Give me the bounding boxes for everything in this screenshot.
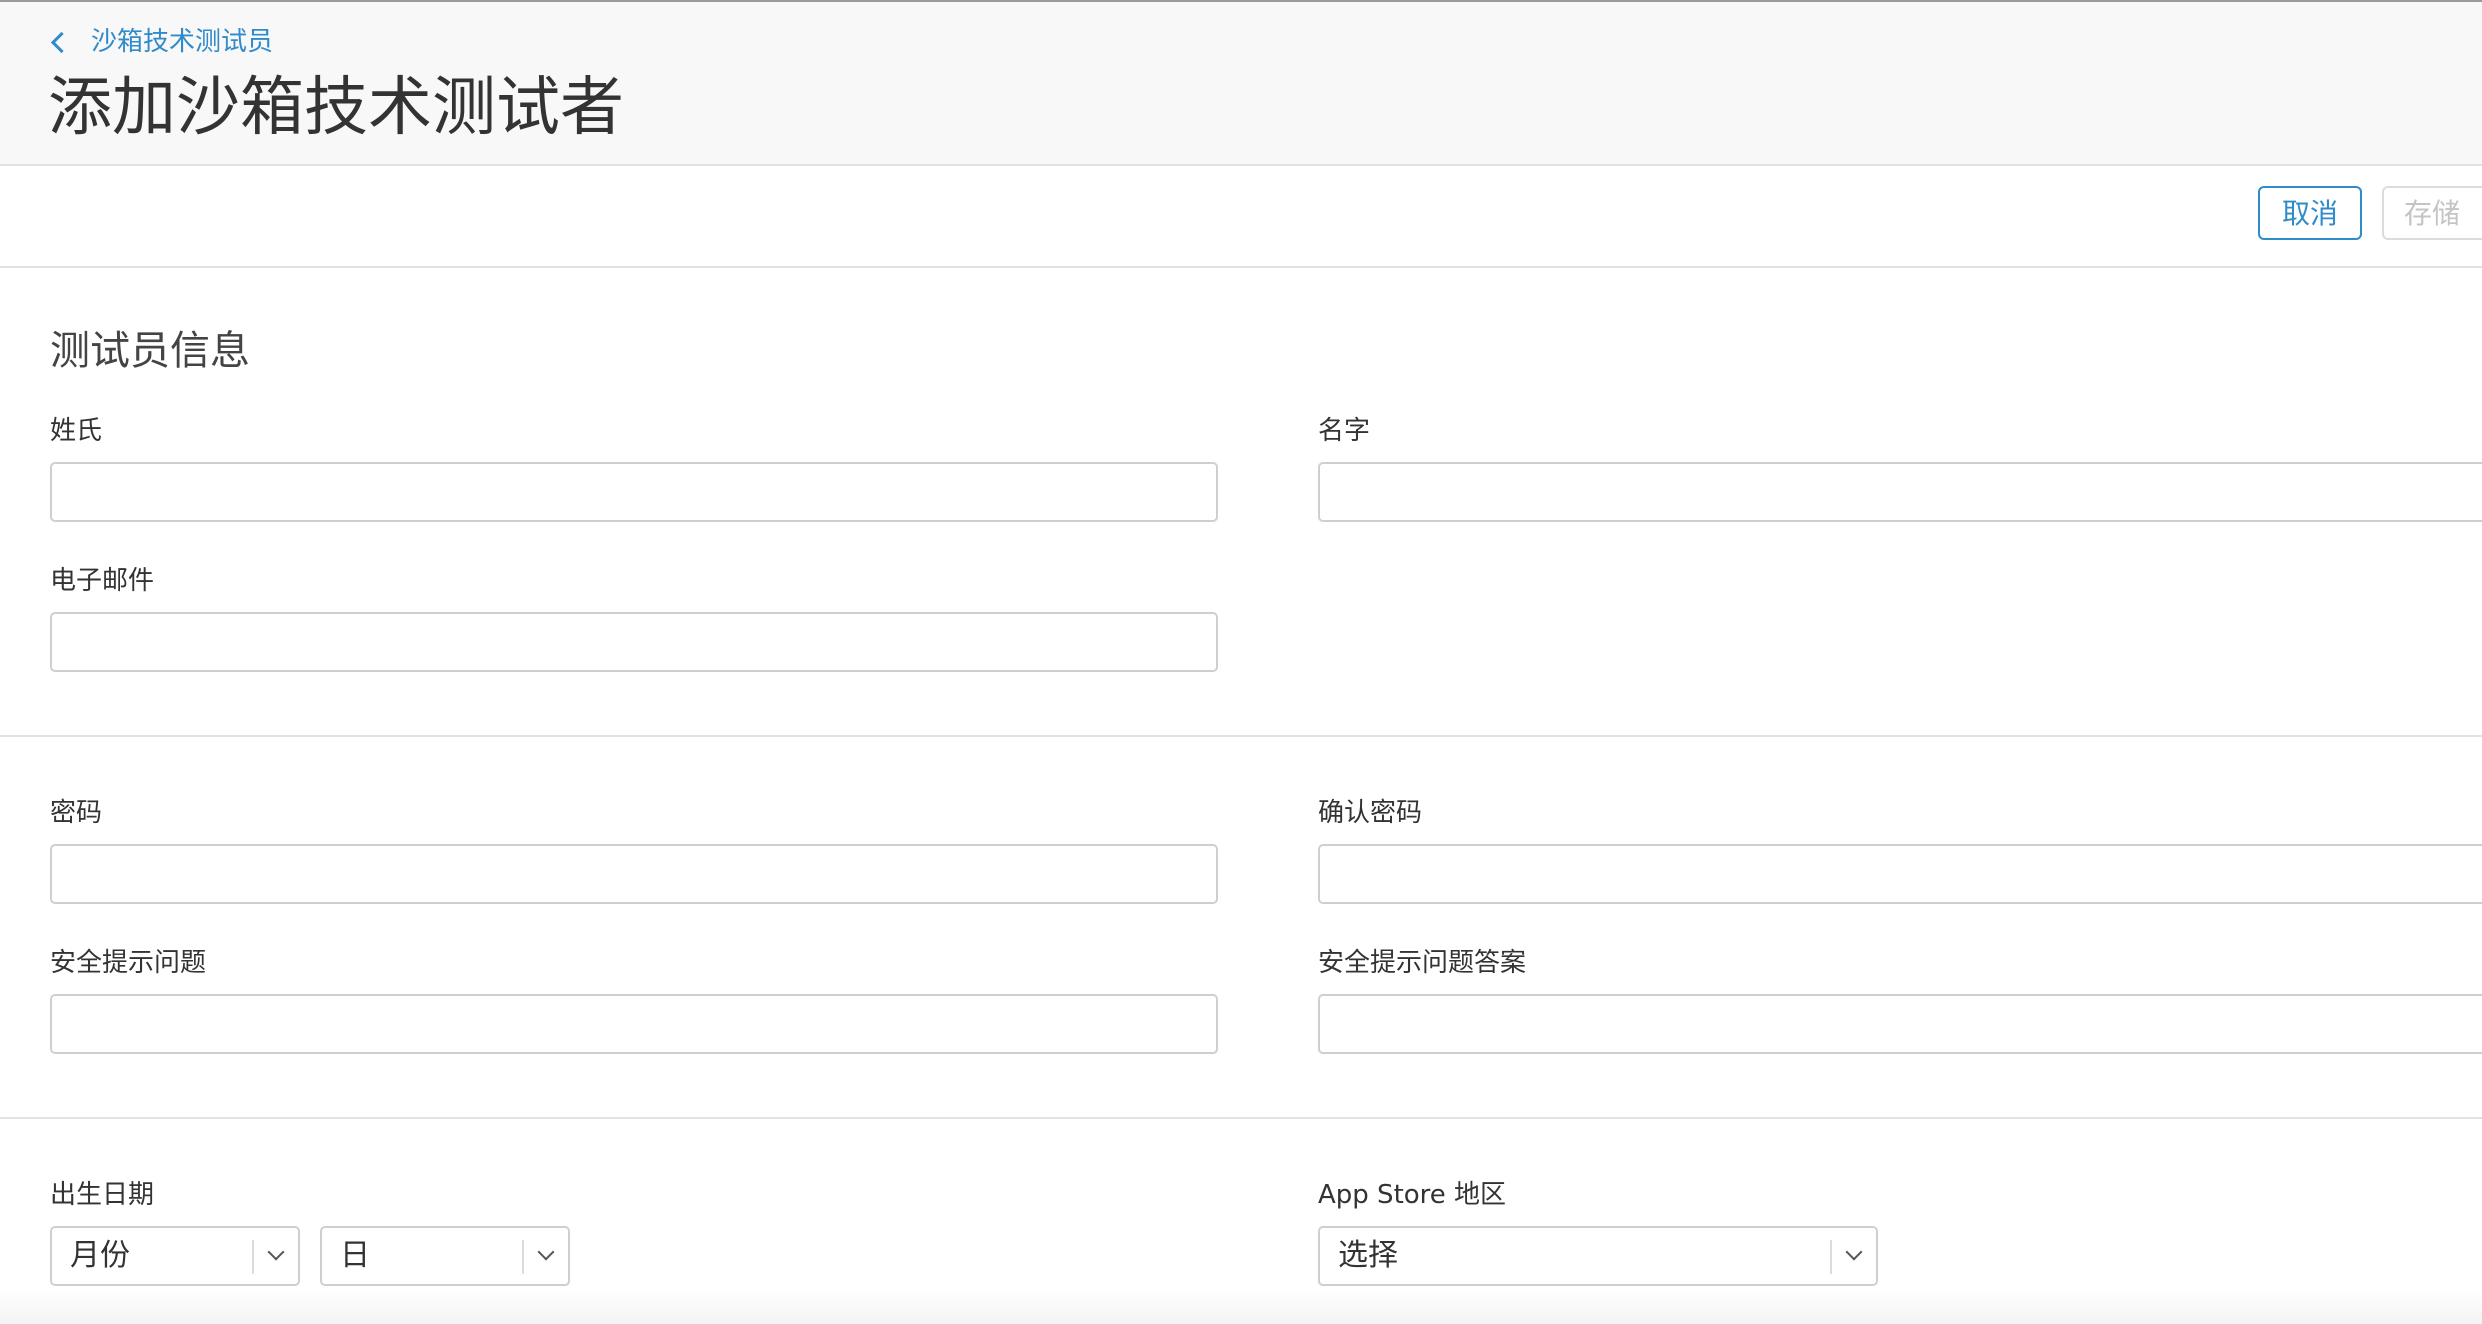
first-name-input[interactable] [1318, 462, 2482, 522]
birth-month-select[interactable]: 月份 [50, 1226, 300, 1286]
store-region-label: App Store 地区 [1318, 1180, 1507, 1210]
section-divider [0, 1117, 2482, 1119]
password-input[interactable] [50, 844, 1218, 904]
last-name-input[interactable] [50, 462, 1218, 522]
security-question-input[interactable] [50, 994, 1218, 1054]
cancel-button[interactable]: 取消 [2258, 186, 2362, 240]
page-title: 添加沙箱技术测试者 [48, 71, 624, 145]
select-separator [522, 1240, 524, 1274]
email-label: 电子邮件 [50, 566, 155, 596]
password-label: 密码 [50, 798, 103, 828]
security-question-label: 安全提示问题 [50, 948, 207, 978]
store-region-select[interactable]: 选择 [1318, 1226, 1878, 1286]
birth-month-value: 月份 [70, 1238, 130, 1273]
chevron-down-icon [537, 1243, 555, 1261]
breadcrumb-link[interactable]: 沙箱技术测试员 [91, 24, 273, 60]
birth-date-label: 出生日期 [50, 1180, 155, 1210]
chevron-left-icon [50, 31, 73, 53]
chevron-down-icon [267, 1243, 285, 1261]
security-answer-label: 安全提示问题答案 [1318, 948, 1527, 978]
security-answer-input[interactable] [1318, 994, 2482, 1054]
first-name-label: 名字 [1318, 416, 1371, 446]
page-header: 沙箱技术测试员 添加沙箱技术测试者 [0, 2, 2482, 166]
select-separator [252, 1240, 254, 1274]
section-divider [0, 735, 2482, 737]
select-separator [1830, 1240, 1832, 1274]
birth-day-value: 日 [340, 1238, 370, 1273]
section-title-tester-info: 测试员信息 [50, 328, 250, 374]
email-input[interactable] [50, 612, 1218, 672]
chevron-down-icon [1845, 1243, 1863, 1261]
confirm-password-input[interactable] [1318, 844, 2482, 904]
breadcrumb[interactable]: 沙箱技术测试员 [50, 24, 273, 60]
save-button[interactable]: 存储 [2382, 186, 2482, 240]
store-region-value: 选择 [1338, 1238, 1398, 1273]
last-name-label: 姓氏 [50, 416, 103, 446]
birth-day-select[interactable]: 日 [320, 1226, 570, 1286]
action-toolbar: 取消 存储 [0, 166, 2482, 268]
bottom-fade [0, 1290, 2482, 1324]
confirm-password-label: 确认密码 [1318, 798, 1423, 828]
